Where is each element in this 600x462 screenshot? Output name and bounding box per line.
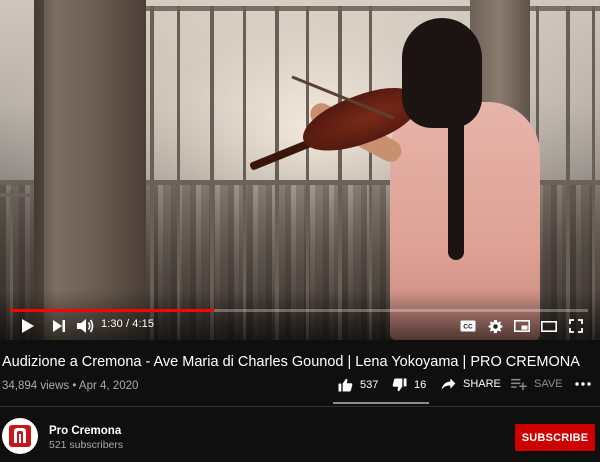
progress-bar-played <box>10 309 215 312</box>
time-total: 4:15 <box>132 318 155 330</box>
fullscreen-icon <box>569 319 583 333</box>
video-player[interactable]: 1:30 / 4:15 CC <box>0 0 600 340</box>
railing-low <box>0 193 36 197</box>
miniplayer-icon <box>514 320 530 332</box>
share-button[interactable]: SHARE <box>441 378 501 390</box>
time-current: 1:30 <box>101 318 123 330</box>
gear-icon <box>487 319 503 333</box>
more-actions-button[interactable] <box>575 382 591 386</box>
meta-separator: • <box>72 380 77 392</box>
theater-mode-button[interactable] <box>538 316 560 336</box>
next-button[interactable] <box>49 316 69 336</box>
view-count: 34,894 views <box>2 380 70 392</box>
time-separator: / <box>122 318 133 330</box>
dislike-button[interactable]: 16 <box>392 378 426 392</box>
save-label: SAVE <box>534 378 563 390</box>
settings-button[interactable] <box>484 316 506 336</box>
svg-text:CC: CC <box>463 324 473 331</box>
progress-bar[interactable] <box>10 309 588 312</box>
publish-date: Apr 4, 2020 <box>78 380 139 392</box>
video-title: Audizione a Cremona - Ave Maria di Charl… <box>2 354 580 370</box>
share-label: SHARE <box>463 378 501 390</box>
theater-mode-icon <box>541 320 557 332</box>
stone-pillar-shadow <box>34 0 44 340</box>
save-button[interactable]: SAVE <box>511 378 563 390</box>
volume-icon <box>77 319 94 333</box>
violinist-braid <box>448 110 464 260</box>
share-icon <box>441 378 456 390</box>
next-icon <box>53 320 65 332</box>
playlist-add-icon <box>511 378 527 390</box>
time-display: 1:30 / 4:15 <box>101 318 154 330</box>
violinist-hair <box>402 18 482 128</box>
fullscreen-button[interactable] <box>565 316 587 336</box>
like-count: 537 <box>360 379 379 391</box>
more-horizontal-icon <box>575 382 591 386</box>
dislike-count: 16 <box>414 379 427 391</box>
captions-icon: CC <box>460 320 476 332</box>
channel-avatar[interactable] <box>2 418 38 454</box>
play-icon <box>22 319 34 333</box>
stone-pillar-left <box>34 0 146 340</box>
sentiment-bar <box>333 402 429 404</box>
channel-name[interactable]: Pro Cremona <box>49 425 121 437</box>
thumbs-up-icon <box>338 378 353 392</box>
miniplayer-button[interactable] <box>511 316 533 336</box>
subscriber-count: 521 subscribers <box>49 439 124 451</box>
play-button[interactable] <box>18 316 38 336</box>
pro-cremona-logo-icon <box>9 425 31 447</box>
captions-button[interactable]: CC <box>457 316 479 336</box>
video-meta: 34,894 views • Apr 4, 2020 <box>2 380 138 392</box>
like-button[interactable]: 537 <box>338 378 378 392</box>
thumbs-down-icon <box>392 378 407 392</box>
volume-button[interactable] <box>74 316 96 336</box>
subscribe-button[interactable]: SUBSCRIBE <box>515 424 595 451</box>
section-divider <box>0 406 600 407</box>
